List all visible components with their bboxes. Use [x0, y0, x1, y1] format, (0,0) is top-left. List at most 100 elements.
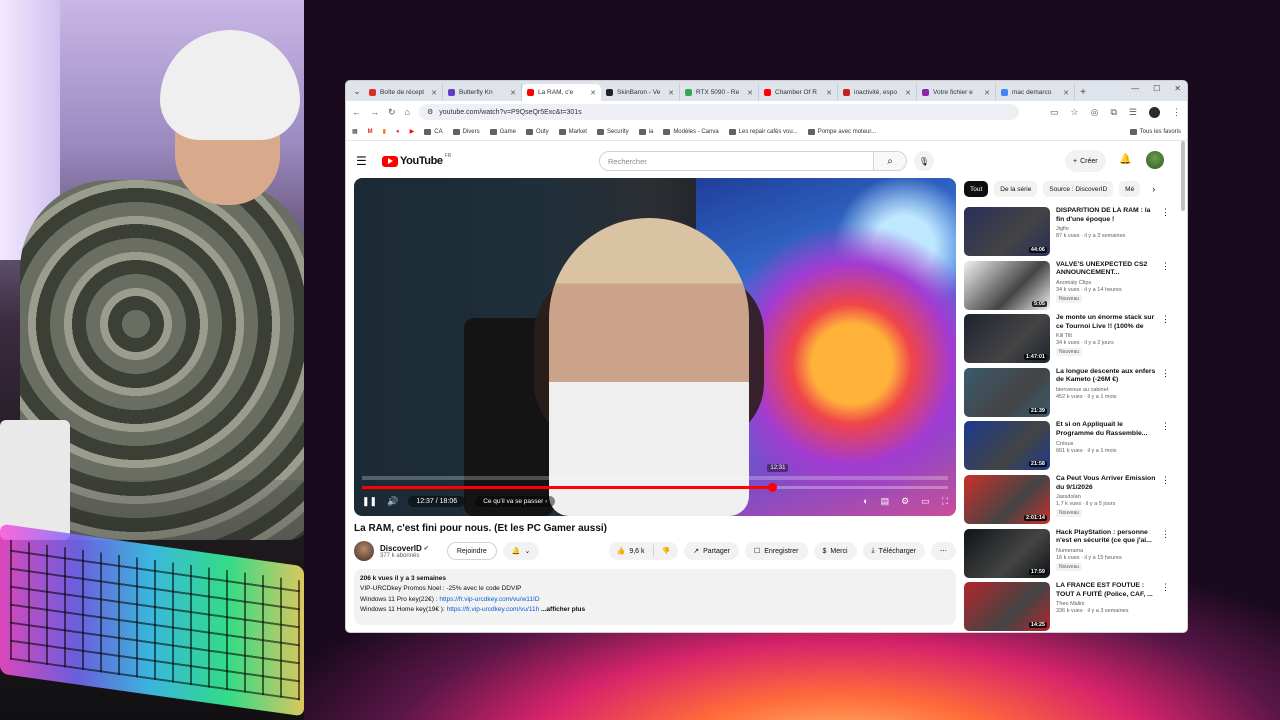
thanks-button[interactable]: $ Merci — [813, 542, 857, 560]
related-video-title[interactable]: Je monte un énorme stack sur ce Tournoi … — [1056, 314, 1160, 331]
reload-icon[interactable]: ↻ — [388, 107, 396, 118]
home-icon[interactable]: ⌂ — [405, 107, 410, 117]
apps-grid-icon[interactable]: ▦ — [352, 128, 358, 135]
browser-tab[interactable]: La RAM, c'e ✕ — [522, 84, 601, 101]
sidebar-icon[interactable]: ☰ — [1129, 107, 1137, 118]
cast-icon[interactable]: ▭ — [1050, 107, 1059, 118]
related-video-item[interactable]: 21:58 Et si on Appliquait le Programme d… — [964, 421, 1170, 475]
video-thumbnail[interactable]: 5:05 — [964, 260, 1050, 310]
channel-name[interactable]: DiscoverID ✔ — [380, 544, 429, 553]
browser-tab[interactable]: inactivité, espo ✕ — [838, 84, 917, 101]
address-bar[interactable]: ⚙ youtube.com/watch?v=P9QseQr5Exc&t=301s — [418, 104, 1019, 120]
close-tab-icon[interactable]: ✕ — [747, 89, 753, 97]
extension-icon[interactable]: ◎ — [1091, 107, 1099, 118]
description-link[interactable]: https://fr.vip-urcdkey.com/vu/w11ID — [439, 596, 539, 603]
related-video-item[interactable]: 17:59 Hack PlayStation : personne n'est … — [964, 528, 1170, 583]
more-vertical-icon[interactable]: ⋮ — [1161, 368, 1170, 379]
close-window-icon[interactable]: ✕ — [1174, 84, 1181, 93]
bookmark-item[interactable]: Market — [558, 128, 587, 135]
fullscreen-icon[interactable]: ⛶ — [942, 496, 948, 507]
page-scrollbar[interactable] — [1181, 141, 1185, 211]
gmail-icon[interactable]: M — [368, 129, 373, 135]
related-video-title[interactable]: Et si on Appliquait le Programme du Rass… — [1056, 421, 1160, 438]
minimize-icon[interactable]: — — [1131, 84, 1139, 93]
related-video-item[interactable]: 44:06 DISPARITION DE LA RAM : la fin d'u… — [964, 207, 1170, 261]
close-tab-icon[interactable]: ✕ — [510, 89, 516, 97]
more-vertical-icon[interactable]: ⋮ — [1161, 529, 1170, 540]
close-tab-icon[interactable]: ✕ — [826, 89, 832, 97]
save-button[interactable]: ☐ Enregistrer — [744, 542, 808, 560]
youtube-bookmark-icon[interactable]: ▶ — [410, 128, 415, 135]
video-thumbnail[interactable]: 21:58 — [964, 421, 1050, 471]
related-video-title[interactable]: LA FRANCE EST FOUTUE : TOUT A FUITÉ (Pol… — [1056, 582, 1160, 599]
browser-profile-avatar[interactable] — [1149, 106, 1160, 118]
related-video-title[interactable]: La longue descente aux enfers de Kameto … — [1056, 368, 1160, 385]
close-tab-icon[interactable]: ✕ — [1063, 89, 1069, 97]
filter-chip[interactable]: Tout — [964, 181, 989, 197]
browser-tab[interactable]: Votre fichier e ✕ — [917, 84, 996, 101]
related-video-title[interactable]: Hack PlayStation : personne n'est en séc… — [1056, 529, 1160, 546]
video-player[interactable]: 12:31 ❚❚ 🔊 12:37 / 18:06 Ce qu'il va se … — [354, 178, 956, 516]
related-video-channel[interactable]: Numerama — [1056, 548, 1160, 554]
search-input[interactable]: Rechercher — [599, 151, 889, 171]
create-button[interactable]: + Créer — [1065, 150, 1106, 172]
youtube-logo[interactable]: YouTube FR — [382, 153, 451, 167]
voice-search-button[interactable]: 🎙 — [914, 151, 934, 171]
more-vertical-icon[interactable]: ⋮ — [1161, 314, 1170, 325]
show-more-link[interactable]: ...afficher plus — [541, 606, 585, 613]
share-button[interactable]: ↗ Partager — [684, 542, 739, 560]
more-vertical-icon[interactable]: ⋮ — [1161, 207, 1170, 218]
more-vertical-icon[interactable]: ⋮ — [1161, 261, 1170, 272]
filter-chip[interactable]: Source : DiscoverID — [1043, 181, 1114, 197]
youtube-profile-avatar[interactable] — [1146, 151, 1164, 169]
video-thumbnail[interactable]: 44:06 — [964, 207, 1050, 256]
chapter-button[interactable]: Ce qu'il va se passer › — [475, 495, 556, 507]
new-tab-button[interactable]: + — [1075, 87, 1091, 98]
close-tab-icon[interactable]: ✕ — [431, 89, 437, 97]
related-video-channel[interactable]: Jassdolan — [1056, 494, 1160, 500]
tab-search-icon[interactable]: ⌄ — [350, 84, 364, 98]
menu-hamburger-icon[interactable]: ☰ — [356, 154, 372, 168]
dislike-button[interactable]: 👎 — [654, 542, 679, 560]
filter-chip[interactable]: Mé — [1119, 181, 1141, 197]
related-video-channel[interactable]: Crésus — [1056, 441, 1160, 447]
pause-icon[interactable]: ❚❚ — [362, 496, 377, 507]
browser-tab[interactable]: mac demarco ✕ — [996, 84, 1075, 101]
more-vertical-icon[interactable]: ⋮ — [1161, 421, 1170, 432]
browser-tab[interactable]: RTX 5090 - Re ✕ — [680, 84, 759, 101]
browser-tab[interactable]: Boîte de récept ✕ — [364, 84, 443, 101]
chevron-right-icon[interactable]: › — [1152, 184, 1155, 194]
more-actions-button[interactable]: ⋯ — [931, 542, 956, 560]
related-video-channel[interactable]: Anomaly Clips — [1056, 280, 1160, 286]
close-tab-icon[interactable]: ✕ — [984, 89, 990, 97]
video-thumbnail[interactable]: 1:47:01 — [964, 314, 1050, 364]
browser-tab[interactable]: SkinBaron - Ve ✕ — [601, 84, 680, 101]
autoplay-toggle-icon[interactable]: ◐ — [863, 496, 868, 506]
related-video-channel[interactable]: Theo Malini — [1056, 601, 1160, 607]
browser-tab[interactable]: Butterfly Kn ✕ — [443, 84, 522, 101]
bookmark-item[interactable]: Game — [489, 128, 516, 135]
related-video-item[interactable]: 14:25 LA FRANCE EST FOUTUE : TOUT A FUIT… — [964, 582, 1170, 632]
bookmark-item[interactable]: Modèles - Canva — [663, 128, 719, 135]
video-thumbnail[interactable]: 17:59 — [964, 528, 1050, 578]
bookmark-item[interactable]: Pompe avec moteur... — [807, 128, 876, 135]
bookmark-star-icon[interactable]: ☆ — [1071, 107, 1079, 118]
subscribed-bell-button[interactable]: 🔔 ⌄ — [502, 542, 540, 560]
video-thumbnail[interactable]: 2:01:14 — [964, 474, 1050, 524]
related-video-channel[interactable]: Jigfio — [1056, 226, 1160, 232]
volume-icon[interactable]: 🔊 — [387, 496, 398, 507]
extensions-puzzle-icon[interactable]: ⧉ — [1110, 107, 1116, 118]
download-button[interactable]: ⤓ Télécharger — [862, 542, 925, 560]
bookmark-item[interactable]: Les repair cafés vou... — [728, 128, 798, 135]
close-tab-icon[interactable]: ✕ — [590, 89, 596, 97]
search-button[interactable]: ⌕ — [873, 151, 907, 171]
bookmark-item[interactable]: Divers — [452, 128, 480, 135]
browser-menu-icon[interactable]: ⋮ — [1172, 107, 1181, 118]
description-box[interactable]: 206 k vues il y a 3 semaines VIP-URCDkey… — [354, 569, 956, 625]
all-bookmarks[interactable]: Tous les favoris — [1129, 128, 1181, 135]
more-vertical-icon[interactable]: ⋮ — [1161, 475, 1170, 486]
bookmark-item[interactable]: Security — [596, 128, 629, 135]
description-link[interactable]: https://fr.vip-urcdkey.com/vu/11h — [447, 606, 540, 613]
notifications-bell-icon[interactable]: 🔔 — [1119, 154, 1131, 165]
channel-avatar[interactable] — [354, 541, 374, 561]
